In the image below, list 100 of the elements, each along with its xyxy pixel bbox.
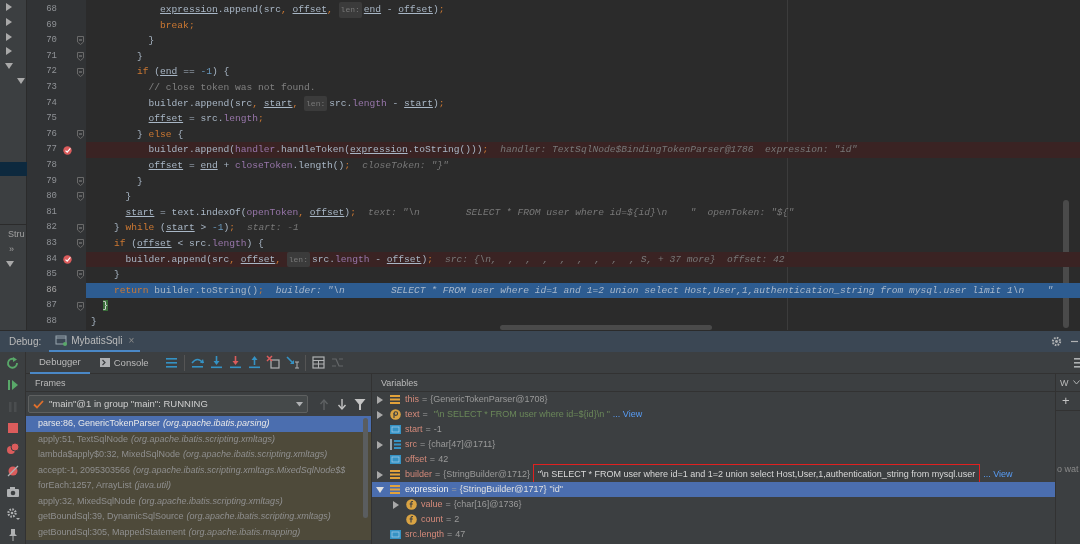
breakpoints-icon[interactable] [5, 442, 20, 457]
resume-icon[interactable] [5, 378, 20, 393]
fold-icon[interactable] [76, 130, 84, 140]
run-to-cursor-icon[interactable] [284, 355, 300, 370]
equals-sign: = [447, 528, 453, 541]
code-text: break; [159, 18, 195, 33]
line-number: 73 [45, 80, 58, 94]
expand-toggle-icon[interactable] [392, 500, 400, 509]
inline-debug-value: handler: TextSqlNode$BindingTokenParser@1786 expression: "id" [500, 143, 858, 158]
settings-icon[interactable] [1051, 336, 1062, 347]
filter-icon[interactable] [354, 397, 366, 411]
code-text: } [136, 49, 143, 64]
fold-icon[interactable] [76, 239, 84, 249]
equals-sign: = [420, 438, 426, 451]
stack-frame-row[interactable]: forEach:1257, ArrayList (java.util) [26, 478, 371, 494]
scrollbar[interactable] [363, 418, 368, 518]
variable-value: {GenericTokenParser@1708} [430, 393, 548, 406]
line-number: 83 [45, 236, 58, 250]
panel-tab[interactable]: Stru [0, 224, 26, 242]
expand-toggle-icon[interactable] [6, 260, 14, 269]
fold-icon[interactable] [76, 223, 84, 233]
line-number: 80 [45, 190, 58, 204]
code-text: return builder.toString(); [113, 283, 264, 298]
rerun-icon[interactable] [5, 356, 20, 371]
scrollbar[interactable] [1063, 200, 1069, 328]
line-number: 85 [45, 268, 58, 282]
step-into-icon[interactable] [227, 355, 243, 370]
view-link[interactable]: ... View [983, 467, 1013, 482]
fold-icon[interactable] [76, 270, 84, 280]
fold-icon[interactable] [76, 52, 84, 62]
calculator-icon[interactable] [310, 355, 326, 370]
expand-toggle-icon[interactable] [5, 62, 13, 71]
down-arrow-icon[interactable] [336, 397, 348, 411]
view-link[interactable]: ... View [612, 407, 643, 422]
debug-label: Debug: [8, 335, 43, 349]
primitive-icon [390, 529, 401, 540]
code-text: } [113, 268, 120, 283]
code-text: start = text.indexOf(openToken, offset); [124, 205, 356, 220]
expand-toggle-icon[interactable] [5, 18, 13, 27]
thread-dropdown[interactable]: "main"@1 in group "main": RUNNING [28, 395, 308, 413]
expand-toggle-icon[interactable] [376, 485, 384, 494]
step-out-icon[interactable] [246, 355, 262, 370]
menu-icon[interactable] [163, 355, 179, 370]
step-into-icon[interactable] [208, 355, 224, 370]
breakpoint-icon[interactable] [62, 254, 72, 264]
variable-value: 42 [438, 453, 449, 466]
equals-sign: = [429, 453, 436, 466]
fold-icon[interactable] [76, 192, 84, 202]
fold-icon[interactable] [76, 36, 84, 46]
variable-name: text [405, 408, 420, 421]
code-text: src.length - start); [329, 96, 445, 111]
mute-breakpoints-icon[interactable] [5, 463, 20, 478]
equals-sign: = [446, 513, 452, 526]
line-number: 68 [45, 3, 58, 16]
stack-frame-row[interactable]: lambda$apply$0:32, MixedSqlNode (org.apache.ibatis.scripting.xmltags) [26, 447, 371, 463]
variable-value: {char[16]@1736} [453, 498, 522, 511]
expand-toggle-icon[interactable] [17, 76, 25, 85]
stack-frame-row[interactable]: getBoundSql:39, DynamicSqlSource (org.apache.ibatis.scripting.xmltags) [26, 509, 371, 525]
tab-title: MybatisSqli [71, 334, 123, 348]
fold-icon[interactable] [76, 67, 84, 77]
scrollbar[interactable] [500, 325, 712, 330]
code-text: offset = end + closeToken.length(); [147, 158, 351, 173]
expand-toggle-icon[interactable] [5, 47, 13, 56]
expand-toggle-icon[interactable] [376, 410, 384, 419]
camera-icon[interactable] [5, 485, 20, 500]
inline-debug-value: src: {\n, , , , , , , , , S, + 37 more} offset: 42 [444, 252, 785, 267]
add-watch-button[interactable]: + [1056, 392, 1080, 411]
code-text: } [136, 174, 143, 189]
equals-sign: = [422, 408, 428, 421]
fold-icon[interactable] [76, 176, 84, 186]
line-number: 77 [45, 143, 58, 157]
close-button[interactable]: × [128, 333, 135, 348]
inline-debug-value: closeToken: "}" [362, 158, 449, 173]
code-text: if (offset < src.length) { [113, 236, 264, 251]
expand-toggle-icon[interactable] [376, 395, 384, 404]
equals-sign: = [422, 393, 428, 406]
expand-toggle-icon[interactable] [5, 32, 13, 41]
selected-variable-row[interactable]: expression = {StringBuilder@1717} "id" [372, 482, 1055, 497]
expand-toggle-icon[interactable] [376, 470, 384, 479]
expand-toggle-icon[interactable] [5, 3, 13, 12]
variable-name: builder [405, 468, 433, 481]
stack-frame-row[interactable]: parse:86, GenericTokenParser (org.apache.ibatis.parsing) [26, 416, 371, 432]
menu-icon[interactable] [1074, 357, 1080, 368]
stop-icon[interactable] [5, 421, 20, 436]
window-icon [55, 335, 68, 346]
panel-tab[interactable]: Console [90, 351, 158, 374]
drop-frame-icon[interactable] [265, 355, 281, 370]
line-number: 75 [45, 112, 58, 126]
check-icon [33, 399, 44, 409]
overflow-chevron[interactable]: » [9, 244, 14, 254]
equals-sign: = [435, 468, 441, 481]
fold-icon[interactable] [76, 301, 84, 311]
expand-toggle-icon[interactable] [376, 440, 384, 449]
array-icon [390, 439, 401, 450]
field-icon [406, 499, 417, 510]
code-text: } [91, 314, 97, 329]
chevron-icon [1072, 380, 1080, 385]
code-text: } [101, 299, 109, 314]
breakpoint-icon[interactable] [62, 145, 72, 155]
settings-icon[interactable] [5, 506, 20, 521]
